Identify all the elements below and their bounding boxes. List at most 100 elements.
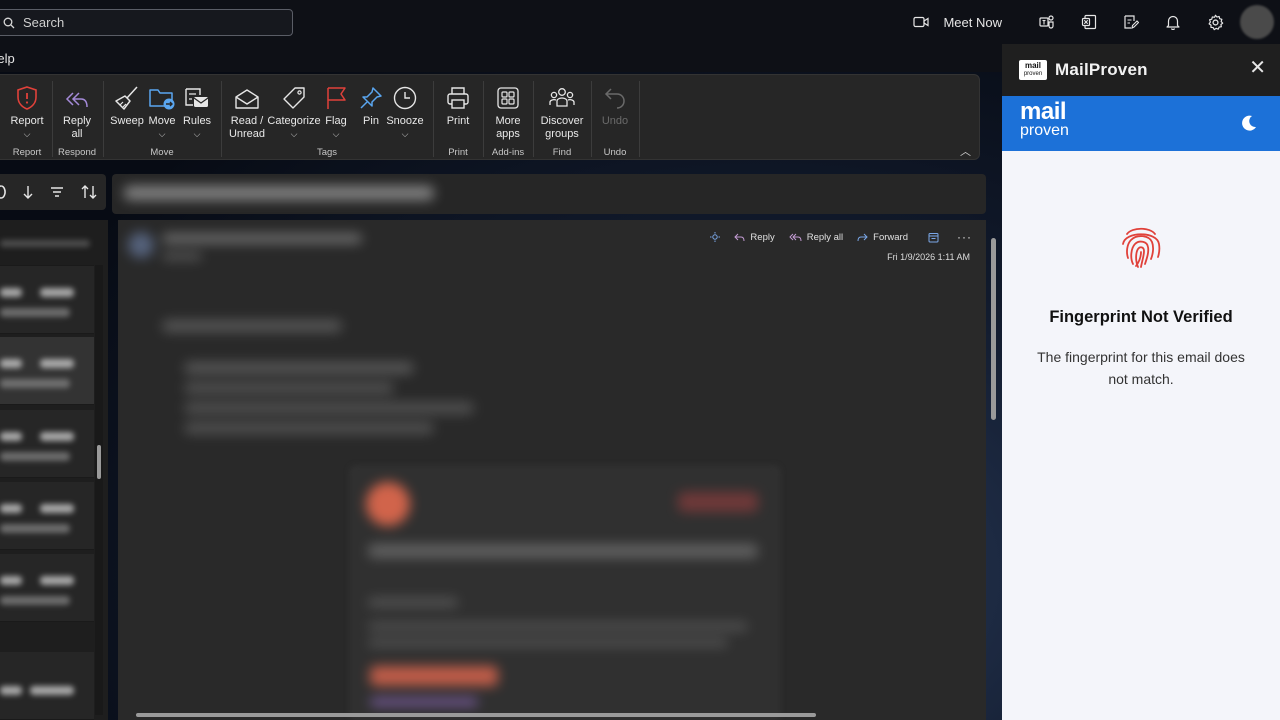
avatar[interactable] — [1240, 5, 1274, 39]
undo-button[interactable]: Undo — [597, 81, 633, 128]
menu-help[interactable]: Help — [0, 51, 15, 66]
flag-button[interactable]: Flag ⌵ — [323, 81, 349, 141]
group-label-find: Find — [552, 147, 572, 158]
tag-icon — [283, 87, 305, 109]
envelope-open-icon — [235, 89, 259, 109]
sweep-button[interactable]: Sweep — [109, 81, 145, 128]
group-label-undo: Undo — [603, 147, 627, 158]
calendar-icon[interactable] — [928, 232, 939, 243]
group-label-move: Move — [150, 147, 174, 158]
group-label-tags: Tags — [316, 147, 338, 158]
search-input[interactable] — [23, 15, 263, 30]
reading-scrollbar[interactable] — [990, 230, 998, 710]
message-list-panel — [0, 170, 108, 720]
discover-groups-button[interactable]: Discover groups — [539, 81, 585, 141]
move-label: Move — [148, 115, 176, 127]
arrow-down-icon[interactable] — [22, 184, 34, 200]
banner-logo-word-2: proven — [1020, 122, 1069, 139]
apps-grid-icon — [497, 87, 519, 109]
notifications-button[interactable] — [1152, 0, 1194, 44]
pin-icon — [360, 87, 382, 109]
list-item[interactable] — [0, 482, 94, 550]
notes-button[interactable] — [1110, 0, 1152, 44]
banner-logo-word-1: mail — [1020, 98, 1067, 125]
group-label-print: Print — [448, 147, 468, 158]
meet-now-label: Meet Now — [943, 14, 1002, 30]
verification-status-title: Fingerprint Not Verified — [1049, 308, 1233, 326]
filter-icon[interactable] — [50, 186, 64, 198]
forward-label: Forward — [873, 231, 908, 243]
broom-icon — [115, 86, 138, 110]
rules-envelope-icon — [185, 88, 209, 107]
message-card: Reply Reply all Forward ··· Fri 1/9/2026… — [118, 220, 986, 720]
chevron-down-icon: ⌵ — [290, 129, 298, 139]
message-date: Fri 1/9/2026 1:11 AM — [887, 252, 970, 262]
read-unread-button[interactable]: Read / Unread — [227, 81, 267, 141]
rules-label: Rules — [182, 115, 212, 127]
settings-button[interactable] — [1194, 0, 1236, 44]
flag-label: Flag — [325, 115, 347, 127]
list-item[interactable] — [0, 410, 94, 478]
sweep-label: Sweep — [110, 115, 144, 127]
list-item[interactable] — [0, 554, 94, 622]
forward-button[interactable]: Forward — [857, 232, 908, 243]
teams-button[interactable] — [1026, 0, 1068, 44]
chevron-down-icon: ⌵ — [23, 129, 31, 139]
flag-icon — [327, 87, 346, 109]
excel-button[interactable] — [1068, 0, 1110, 44]
close-icon[interactable]: ✕ — [1249, 58, 1266, 78]
list-item[interactable] — [0, 652, 94, 720]
video-camera-icon — [913, 16, 930, 28]
print-label: Print — [446, 115, 470, 127]
snooze-label: Snooze — [386, 115, 424, 127]
more-apps-button[interactable]: More apps — [489, 81, 527, 141]
chevron-down-icon: ⌵ — [401, 129, 409, 139]
discover-label-2: groups — [545, 128, 579, 140]
pin-button[interactable]: Pin — [357, 81, 385, 128]
rules-button[interactable]: Rules ⌵ — [181, 81, 213, 141]
sun-icon[interactable] — [710, 232, 721, 242]
move-button[interactable]: Move ⌵ — [145, 81, 179, 141]
more-apps-label-1: More — [495, 115, 521, 127]
chevron-down-icon: ⌵ — [158, 129, 166, 139]
snooze-button[interactable]: Snooze ⌵ — [385, 81, 425, 141]
mailproven-banner: mail proven — [1002, 96, 1280, 151]
reply-all-link[interactable]: Reply all — [789, 232, 843, 243]
reply-all-button[interactable]: Reply all — [57, 81, 97, 141]
reply-all-label-2: all — [71, 128, 83, 140]
meet-now-button[interactable]: Meet Now — [913, 15, 1002, 30]
reply-button[interactable]: Reply — [734, 232, 775, 243]
discover-label-1: Discover — [540, 115, 584, 127]
report-label: Report — [10, 115, 44, 127]
horizontal-scrollbar[interactable] — [118, 711, 986, 719]
gear-icon — [1208, 14, 1223, 30]
list-item[interactable] — [0, 266, 94, 334]
list-scrollbar[interactable] — [95, 265, 103, 715]
fingerprint-icon — [1122, 227, 1161, 268]
folder-move-icon — [149, 89, 175, 110]
clock-icon — [393, 86, 417, 110]
excel-icon — [1081, 14, 1097, 30]
list-item[interactable] — [0, 337, 94, 405]
collapse-ribbon-icon[interactable]: ︿ — [960, 143, 971, 159]
list-item[interactable] — [0, 220, 94, 266]
forward-icon — [857, 233, 868, 241]
reply-all-icon — [789, 233, 802, 241]
print-button[interactable]: Print — [439, 81, 477, 128]
more-options-icon[interactable]: ··· — [957, 230, 972, 244]
panel-title: MailProven — [1055, 60, 1148, 79]
group-label-report: Report — [12, 147, 42, 158]
report-button[interactable]: Report ⌵ — [7, 81, 47, 141]
subject-bar — [112, 174, 986, 214]
categorize-label: Categorize — [267, 115, 321, 127]
search-box[interactable] — [0, 9, 293, 36]
reading-pane: Reply Reply all Forward ··· Fri 1/9/2026… — [112, 172, 986, 720]
verification-status-description: The fingerprint for this email does not … — [1037, 349, 1245, 387]
categorize-button[interactable]: Categorize ⌵ — [267, 81, 321, 141]
group-label-addins: Add-ins — [491, 147, 525, 158]
reply-all-label-1: Reply — [62, 115, 92, 127]
moon-icon[interactable] — [1240, 114, 1258, 132]
sort-icon[interactable] — [80, 184, 98, 200]
select-icon[interactable] — [0, 185, 6, 199]
panel-header: mail proven MailProven ✕ — [1002, 44, 1280, 96]
